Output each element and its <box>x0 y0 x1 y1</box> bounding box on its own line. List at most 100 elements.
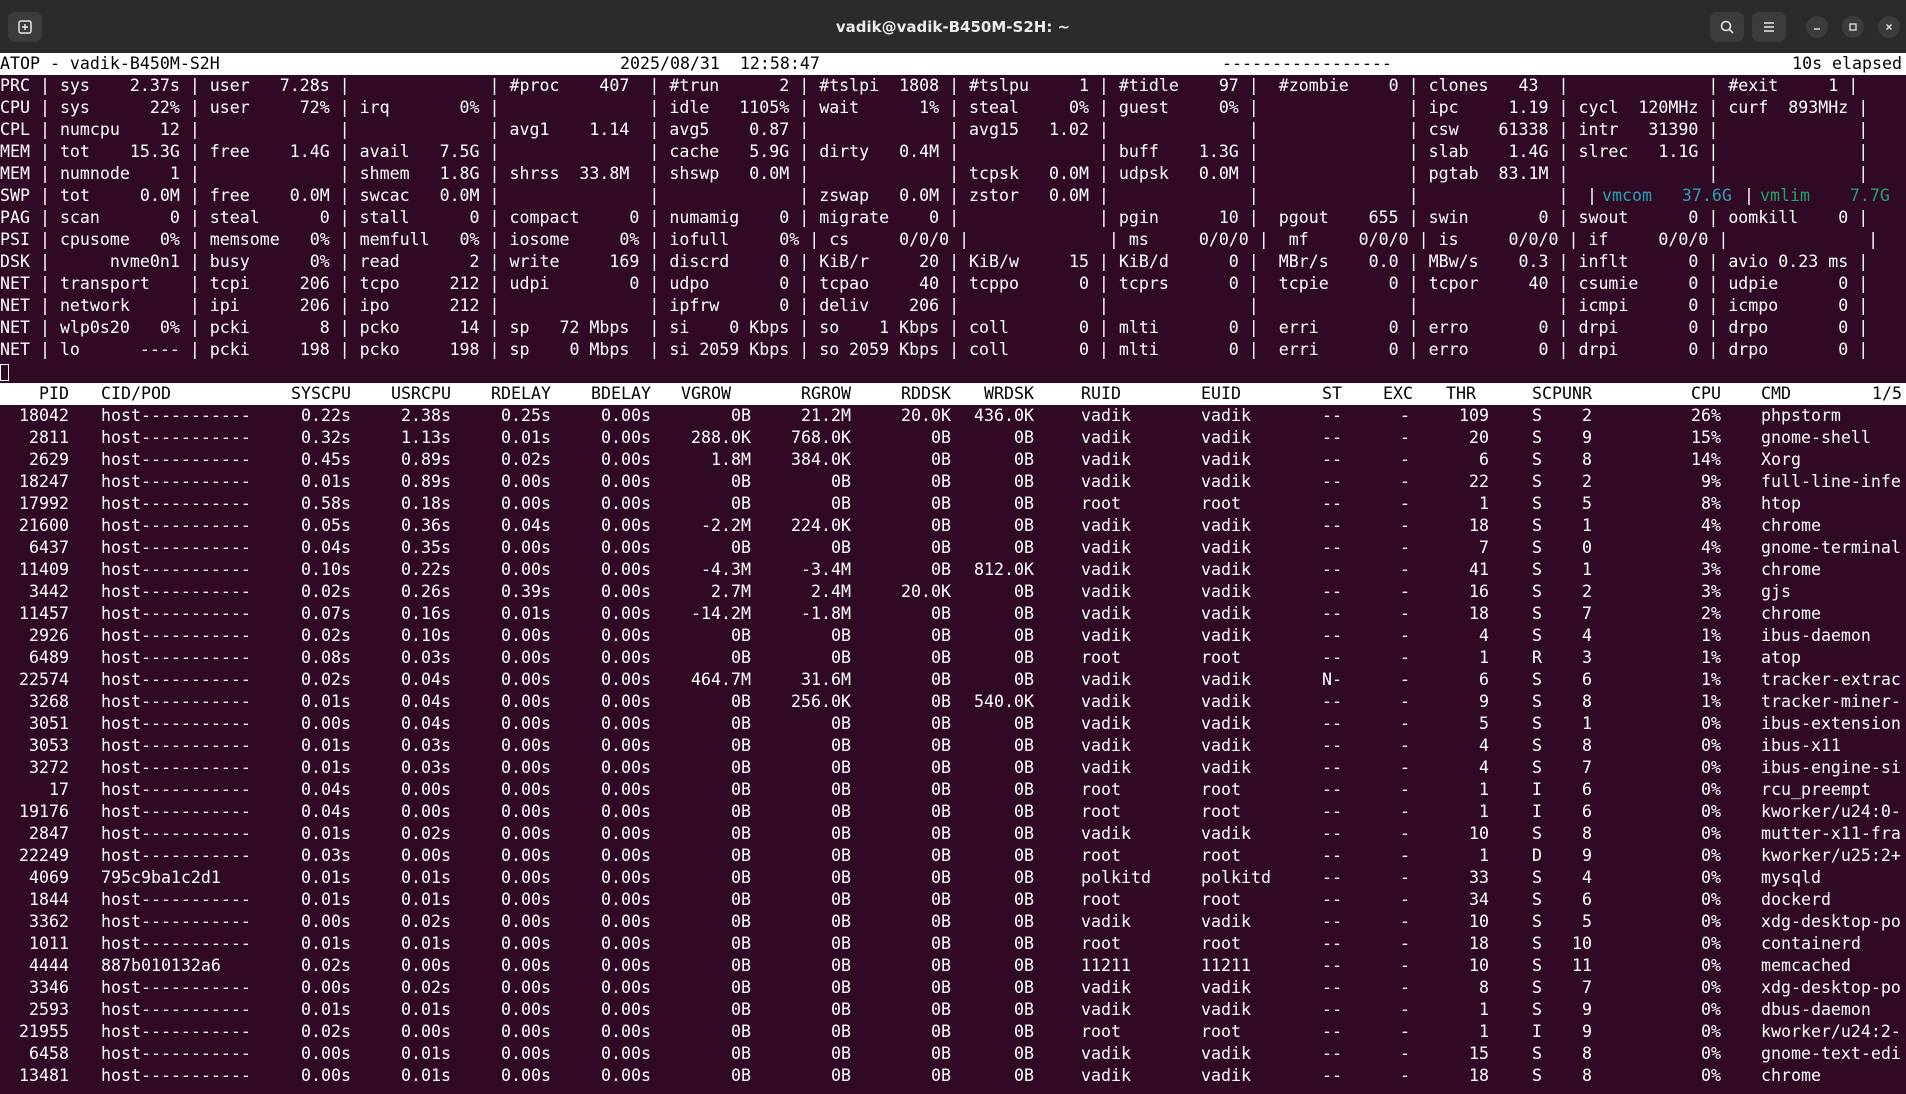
cell-thr: 109 <box>1459 406 1489 425</box>
cell-ruid: vadik <box>1081 538 1131 557</box>
cell-thr: 4 <box>1479 626 1489 645</box>
cell-pid: 3272 <box>29 758 69 777</box>
table-row[interactable]: 1011 host----------- 0.01s 0.01s 0.00s 0.00s 0… <box>0 933 1906 955</box>
cell-cpu: 14% <box>1691 450 1721 469</box>
cell-st: -- <box>1322 1022 1342 1041</box>
cell-ruid: root <box>1081 1022 1121 1041</box>
table-row[interactable]: 6458 host----------- 0.00s 0.01s 0.00s 0.00s 0… <box>0 1043 1906 1065</box>
cell-s: S <box>1532 890 1542 909</box>
search-button[interactable] <box>1710 12 1744 42</box>
cell-usrcpu: 0.02s <box>401 824 451 843</box>
table-row[interactable]: 18247 host----------- 0.01s 0.89s 0.00s 0.00s… <box>0 471 1906 493</box>
column-header-vgrow: VGROW <box>681 384 731 403</box>
cell-bdelay: 0.00s <box>601 978 651 997</box>
table-row[interactable]: 3268 host----------- 0.01s 0.04s 0.00s 0.00s 0… <box>0 691 1906 713</box>
maximize-button[interactable] <box>1842 16 1864 38</box>
cell-thr: 41 <box>1469 560 1489 579</box>
cell-cpunr: 6 <box>1582 780 1592 799</box>
table-row[interactable]: 3272 host----------- 0.01s 0.03s 0.00s 0.00s 0… <box>0 757 1906 779</box>
cell-thr: 1 <box>1479 1000 1489 1019</box>
table-row[interactable]: 13481 host----------- 0.00s 0.01s 0.00s 0.00s… <box>0 1065 1906 1087</box>
table-row[interactable]: 2811 host----------- 0.32s 1.13s 0.01s 0.00s 2… <box>0 427 1906 449</box>
cell-s: S <box>1532 626 1542 645</box>
table-row[interactable]: 18042 host----------- 0.22s 2.38s 0.25s 0.00s… <box>0 405 1906 427</box>
cell-cpunr: 5 <box>1582 494 1592 513</box>
table-row[interactable]: 21600 host----------- 0.05s 0.36s 0.04s 0.00s… <box>0 515 1906 537</box>
cell-s: S <box>1532 582 1542 601</box>
cell-thr: 4 <box>1479 736 1489 755</box>
cell-st: -- <box>1322 560 1342 579</box>
cell-rgrow: 0B <box>831 736 851 755</box>
table-row[interactable]: 11409 host----------- 0.10s 0.22s 0.00s 0.00s… <box>0 559 1906 581</box>
table-row[interactable]: 19176 host----------- 0.04s 0.00s 0.00s 0.00s… <box>0 801 1906 823</box>
cell-bdelay: 0.00s <box>601 912 651 931</box>
table-row[interactable]: 6489 host----------- 0.08s 0.03s 0.00s 0.00s 0… <box>0 647 1906 669</box>
cell-cmd: containerd <box>1761 934 1861 953</box>
cell-usrcpu: 0.89s <box>401 450 451 469</box>
cell-cpunr: 0 <box>1582 538 1592 557</box>
cell-s: S <box>1532 1066 1542 1085</box>
close-button[interactable] <box>1878 16 1900 38</box>
table-row[interactable]: 4069 795c9ba1c2d1 0.01s 0.01s 0.00s 0.00s 0B 0B… <box>0 867 1906 889</box>
cell-rdelay: 0.00s <box>501 978 551 997</box>
hamburger-menu-icon <box>1764 22 1774 32</box>
table-row[interactable]: 3051 host----------- 0.00s 0.04s 0.00s 0.00s 0… <box>0 713 1906 735</box>
column-header-cid: CID/POD <box>101 384 171 403</box>
table-row[interactable]: 22574 host----------- 0.02s 0.04s 0.00s 0.00s… <box>0 669 1906 691</box>
table-row[interactable]: 1844 host----------- 0.01s 0.01s 0.00s 0.00s 0… <box>0 889 1906 911</box>
cell-usrcpu: 0.02s <box>401 912 451 931</box>
page-indicator: 1/5 <box>1872 384 1902 403</box>
table-row[interactable]: 17992 host----------- 0.58s 0.18s 0.00s 0.00s… <box>0 493 1906 515</box>
cell-syscpu: 0.00s <box>301 714 351 733</box>
cell-cid: host----------- <box>101 494 251 513</box>
cell-cpunr: 2 <box>1582 472 1592 491</box>
cell-syscpu: 0.00s <box>301 912 351 931</box>
cell-exc: - <box>1400 868 1410 887</box>
terminal[interactable]: ATOP - vadik-B450M-S2H 2025/08/31 12:58:… <box>0 53 1906 1094</box>
cell-vgrow: 0B <box>731 868 751 887</box>
cell-vgrow: 0B <box>731 1066 751 1085</box>
cell-rddsk: 0B <box>931 846 951 865</box>
table-row[interactable]: 4444 887b010132a6 0.02s 0.00s 0.00s 0.00s 0B 0B… <box>0 955 1906 977</box>
cell-cid: host----------- <box>101 472 251 491</box>
cell-bdelay: 0.00s <box>601 472 651 491</box>
minimize-button[interactable] <box>1806 16 1828 38</box>
table-row[interactable]: 2593 host----------- 0.01s 0.01s 0.00s 0.00s 0… <box>0 999 1906 1021</box>
table-row[interactable]: 21955 host----------- 0.02s 0.00s 0.00s 0.00s… <box>0 1021 1906 1043</box>
table-row[interactable]: 3442 host----------- 0.02s 0.26s 0.39s 0.00s 2… <box>0 581 1906 603</box>
table-row[interactable]: 22249 host----------- 0.03s 0.00s 0.00s 0.00s… <box>0 845 1906 867</box>
table-row[interactable]: 11457 host----------- 0.07s 0.16s 0.01s 0.00s… <box>0 603 1906 625</box>
cell-rdelay: 0.00s <box>501 956 551 975</box>
cell-cmd: htop <box>1761 494 1801 513</box>
cell-rgrow: 0B <box>831 956 851 975</box>
column-header-cpunr: CPUNR <box>1542 384 1592 403</box>
cell-ruid: vadik <box>1081 604 1131 623</box>
command-line[interactable] <box>0 361 1906 383</box>
process-table: 18042 host----------- 0.22s 2.38s 0.25s 0.00s… <box>0 405 1906 1087</box>
cell-rddsk: 20.0K <box>901 406 951 425</box>
cell-cmd: ibus-x11 <box>1761 736 1841 755</box>
cell-st: -- <box>1322 538 1342 557</box>
column-header-st: ST <box>1322 384 1342 403</box>
cell-usrcpu: 0.36s <box>401 516 451 535</box>
cell-euid: vadik <box>1201 516 1251 535</box>
cell-cpunr: 11 <box>1572 956 1592 975</box>
table-row[interactable]: 2629 host----------- 0.45s 0.89s 0.02s 0.00s 1… <box>0 449 1906 471</box>
table-row[interactable]: 3346 host----------- 0.00s 0.02s 0.00s 0.00s 0… <box>0 977 1906 999</box>
cell-rdelay: 0.02s <box>501 450 551 469</box>
table-row[interactable]: 3362 host----------- 0.00s 0.02s 0.00s 0.00s 0… <box>0 911 1906 933</box>
cell-ruid: vadik <box>1081 626 1131 645</box>
system-line: PRC | sys 2.37s | user 7.28s | | #proc 4… <box>0 75 1906 97</box>
cell-usrcpu: 0.01s <box>401 890 451 909</box>
table-row[interactable]: 2847 host----------- 0.01s 0.02s 0.00s 0.00s 0… <box>0 823 1906 845</box>
table-row[interactable]: 2926 host----------- 0.02s 0.10s 0.00s 0.00s 0… <box>0 625 1906 647</box>
cell-usrcpu: 0.00s <box>401 846 451 865</box>
cell-wrdsk: 0B <box>1014 450 1034 469</box>
column-header-thr: THR <box>1446 384 1476 403</box>
table-row[interactable]: 3053 host----------- 0.01s 0.03s 0.00s 0.00s 0… <box>0 735 1906 757</box>
table-row[interactable]: 6437 host----------- 0.04s 0.35s 0.00s 0.00s 0… <box>0 537 1906 559</box>
cell-rddsk: 0B <box>931 472 951 491</box>
column-header-wrdsk: WRDSK <box>984 384 1034 403</box>
table-row[interactable]: 17 host----------- 0.04s 0.00s 0.00s 0.00s 0B 0… <box>0 779 1906 801</box>
menu-button[interactable] <box>1752 12 1786 42</box>
